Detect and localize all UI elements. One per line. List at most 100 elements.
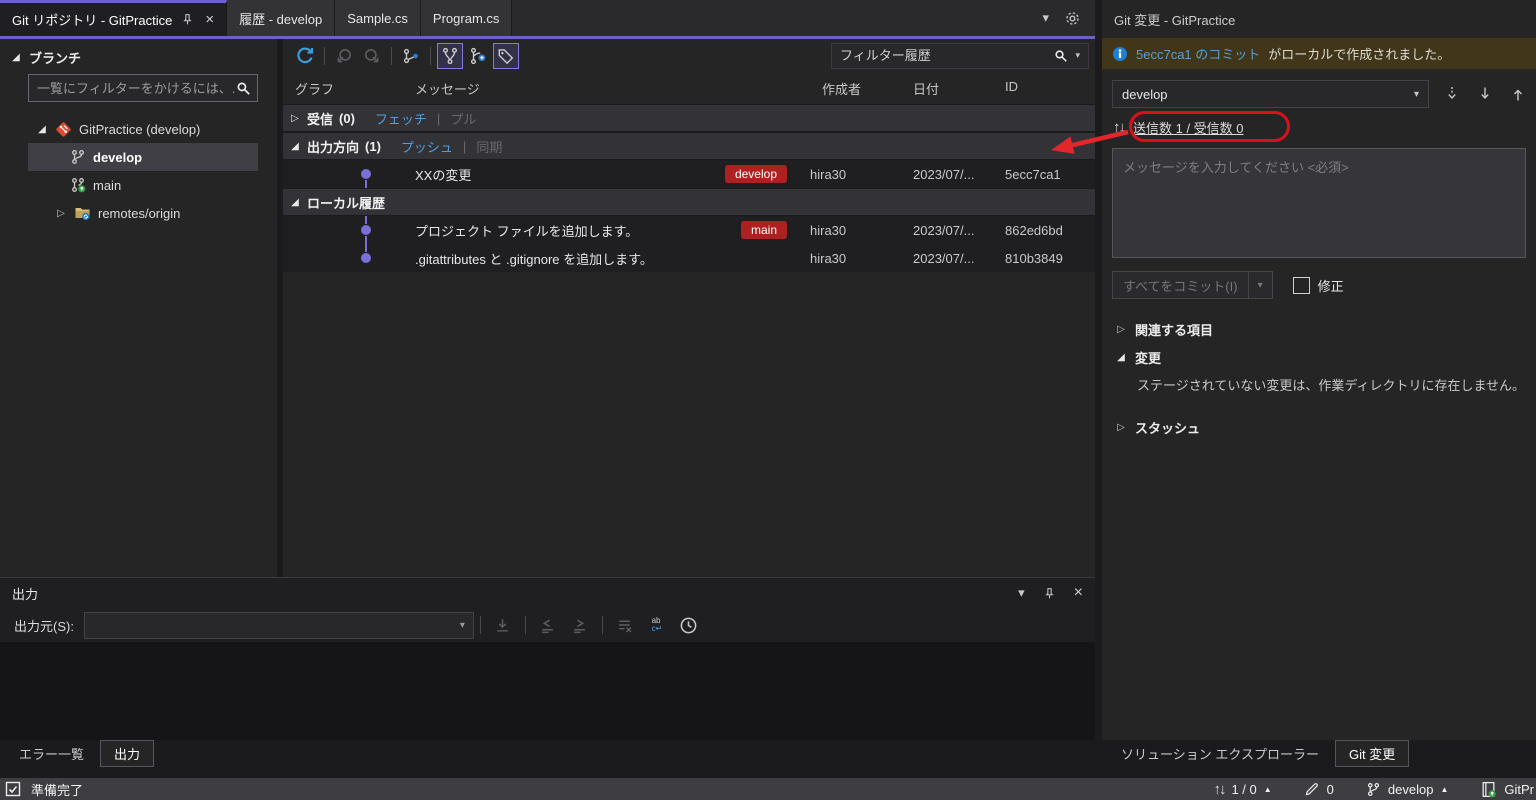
- wrap-return: c↵: [652, 624, 663, 633]
- commit-date: 2023/07/...: [913, 251, 974, 266]
- up-down-arrows-icon: ↑↓: [1213, 781, 1224, 798]
- current-repo-button[interactable]: GitPr: [1480, 781, 1534, 798]
- tab-label: 履歴 - develop: [239, 9, 322, 28]
- collapse-icon[interactable]: ▷: [1115, 324, 1127, 335]
- sync-status-button[interactable]: ↑↓ 1 / 0 ▲: [1213, 781, 1271, 798]
- clear-output-icon[interactable]: [490, 612, 516, 638]
- expand-icon[interactable]: ◢: [36, 124, 48, 135]
- history-clock-icon[interactable]: [676, 612, 702, 638]
- collapse-icon[interactable]: ▷: [1115, 422, 1127, 433]
- incoming-commits-icon[interactable]: [359, 43, 385, 69]
- tab-git-repository[interactable]: Git リポジトリ - GitPractice ×: [0, 0, 227, 36]
- tab-program-cs[interactable]: Program.cs: [421, 0, 512, 36]
- push-link[interactable]: プッシュ: [401, 137, 453, 156]
- commit-options-chevron-icon[interactable]: ▾: [1248, 272, 1272, 298]
- tab-label: Git リポジトリ - GitPractice: [12, 10, 172, 29]
- search-icon[interactable]: [1054, 49, 1068, 63]
- merge-commits-toggle[interactable]: [465, 43, 491, 69]
- fetch-link[interactable]: フェッチ: [375, 109, 427, 128]
- tree-item-develop[interactable]: develop: [28, 143, 258, 171]
- stash-section[interactable]: ▷ スタッシュ: [1102, 413, 1536, 441]
- pending-changes-button[interactable]: 0: [1304, 781, 1334, 797]
- tab-output[interactable]: 出力: [100, 740, 154, 767]
- branch-selector[interactable]: develop ▾: [1112, 80, 1429, 108]
- commit-row[interactable]: .gitattributes と .gitignore を追加します。 hira…: [283, 244, 1095, 272]
- commit-date: 2023/07/...: [913, 167, 974, 182]
- local-history-section-row[interactable]: ◢ ローカル履歴: [283, 188, 1095, 216]
- commit-row[interactable]: XXの変更 develop hira30 2023/07/... 5ecc7ca…: [283, 160, 1095, 188]
- collapse-icon[interactable]: ▷: [289, 113, 301, 124]
- branch-graph-icon[interactable]: [398, 43, 424, 69]
- outgoing-commits-icon[interactable]: [331, 43, 357, 69]
- tab-list-chevron-icon[interactable]: ▾: [1042, 10, 1049, 26]
- branch-filter-input[interactable]: [37, 81, 236, 96]
- column-graph[interactable]: グラフ: [295, 79, 334, 98]
- fetch-icon[interactable]: [1444, 86, 1460, 102]
- column-id[interactable]: ID: [1005, 79, 1018, 94]
- show-tags-toggle[interactable]: [493, 43, 519, 69]
- expand-icon[interactable]: ◢: [289, 197, 301, 208]
- window-position-chevron-icon[interactable]: ▾: [1018, 585, 1025, 601]
- next-message-icon[interactable]: [567, 612, 593, 638]
- output-source-dropdown[interactable]: ▾: [84, 612, 474, 639]
- branch-label: develop: [93, 150, 142, 165]
- search-options-chevron-icon[interactable]: ▾: [1075, 50, 1080, 61]
- tab-error-list[interactable]: エラー一覧: [6, 740, 97, 767]
- expand-icon[interactable]: ◢: [289, 141, 301, 152]
- tab-sample-cs[interactable]: Sample.cs: [335, 0, 421, 36]
- close-icon[interactable]: ×: [205, 11, 214, 28]
- commit-message: XXの変更: [415, 165, 471, 184]
- history-column-headers: グラフ メッセージ 作成者 日付 ID: [283, 72, 1095, 102]
- current-branch-button[interactable]: develop ▲: [1366, 782, 1448, 797]
- tree-item-remotes-origin[interactable]: ▷ remotes/origin: [28, 199, 258, 227]
- sync-link[interactable]: 同期: [476, 137, 502, 156]
- changes-section[interactable]: ◢ 変更: [1102, 343, 1536, 371]
- related-items-section[interactable]: ▷ 関連する項目: [1102, 315, 1536, 343]
- ready-status: 準備完了: [0, 780, 83, 799]
- gear-icon[interactable]: [1064, 10, 1081, 27]
- show-all-branches-toggle[interactable]: [437, 43, 463, 69]
- push-icon[interactable]: [1510, 86, 1526, 102]
- tab-history-develop[interactable]: 履歴 - develop: [227, 0, 335, 36]
- no-changes-message: ステージされていない変更は、作業ディレクトリに存在しません。: [1102, 371, 1536, 397]
- incoming-section-row[interactable]: ▷ 受信 (0) フェッチ | プル: [283, 104, 1095, 132]
- column-message[interactable]: メッセージ: [415, 79, 480, 98]
- status-bar: 準備完了 ↑↓ 1 / 0 ▲ 0 develop ▲: [0, 778, 1536, 800]
- commit-all-button[interactable]: すべてをコミット(I) ▾: [1112, 271, 1273, 299]
- branch-filter-box: [28, 74, 258, 102]
- column-date[interactable]: 日付: [913, 79, 939, 98]
- branches-header[interactable]: ◢ ブランチ: [10, 48, 81, 67]
- refresh-button[interactable]: [292, 43, 318, 69]
- close-icon[interactable]: ×: [1074, 584, 1083, 602]
- git-repo-icon: [55, 121, 72, 138]
- tab-solution-explorer[interactable]: ソリューション エクスプローラー: [1108, 740, 1332, 767]
- collapse-icon[interactable]: ▷: [55, 208, 67, 219]
- branch-name: develop: [1388, 782, 1434, 797]
- outgoing-incoming-link[interactable]: 送信数 1 / 受信数 0: [1133, 118, 1244, 137]
- chevron-down-icon: ▾: [460, 620, 465, 631]
- word-wrap-icon[interactable]: abc↵: [644, 612, 670, 638]
- popup-triangle-icon: ▲: [1440, 785, 1448, 794]
- outgoing-section-row[interactable]: ◢ 出力方向 (1) プッシュ | 同期: [283, 132, 1095, 160]
- pull-icon[interactable]: [1477, 86, 1493, 102]
- previous-message-icon[interactable]: [535, 612, 561, 638]
- tree-item-repo[interactable]: ◢ GitPractice (develop): [28, 115, 258, 143]
- pin-icon[interactable]: [1043, 587, 1056, 600]
- amend-checkbox[interactable]: [1293, 277, 1310, 294]
- commit-link[interactable]: 5ecc7ca1 のコミット: [1136, 44, 1260, 63]
- history-filter-input[interactable]: [840, 48, 1047, 63]
- expand-icon[interactable]: ◢: [1115, 352, 1127, 363]
- commit-message-input[interactable]: [1112, 148, 1526, 258]
- tree-item-main[interactable]: main: [28, 171, 258, 199]
- commit-date: 2023/07/...: [913, 223, 974, 238]
- pull-link[interactable]: プル: [450, 109, 476, 128]
- commit-row[interactable]: プロジェクト ファイルを追加します。 main hira30 2023/07/.…: [283, 216, 1095, 244]
- tab-label: Sample.cs: [347, 11, 408, 26]
- expand-icon[interactable]: ◢: [10, 52, 22, 63]
- pin-icon[interactable]: [181, 13, 194, 26]
- tab-git-changes[interactable]: Git 変更: [1335, 740, 1409, 767]
- clear-all-icon[interactable]: [612, 612, 638, 638]
- column-author[interactable]: 作成者: [822, 79, 861, 98]
- pencil-icon: [1304, 781, 1320, 797]
- output-body[interactable]: [0, 642, 1095, 740]
